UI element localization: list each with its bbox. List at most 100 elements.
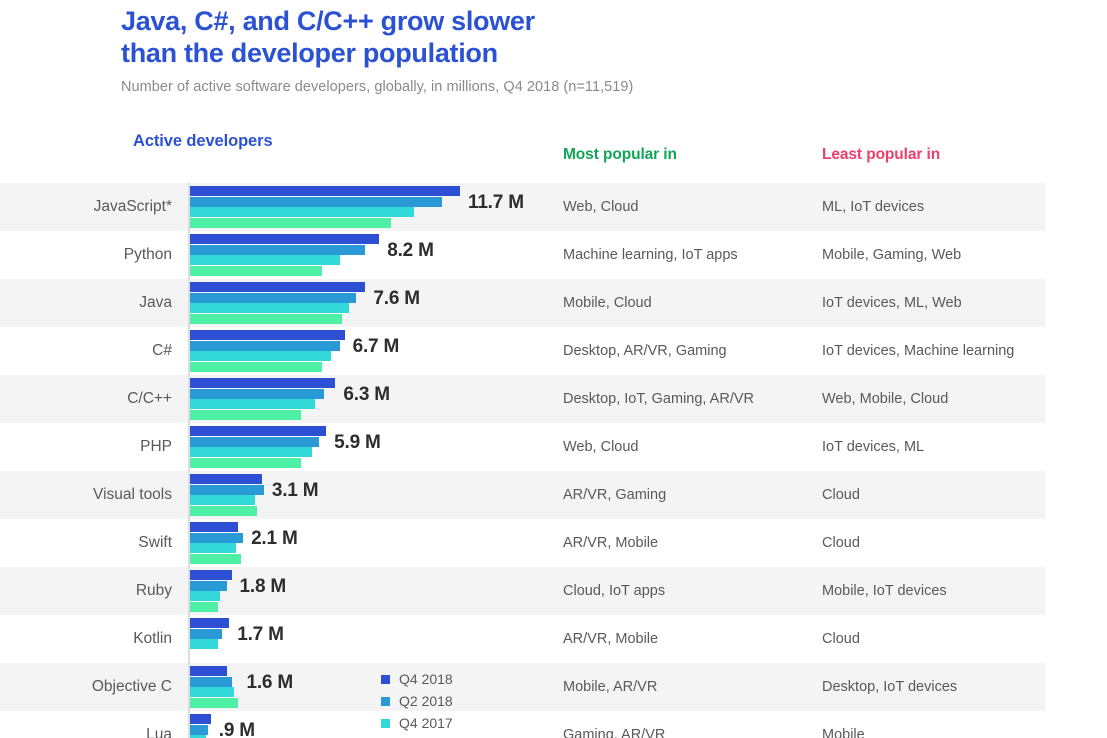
bar-group: [190, 666, 239, 709]
bar-q2-2018: [190, 196, 442, 207]
bar-q4-2018: [190, 666, 227, 676]
bar-q4-2018: [190, 714, 211, 724]
bar-q4-2017: [190, 399, 315, 410]
bar-q4-2018: [190, 522, 239, 532]
row-label: Visual tools: [93, 486, 172, 503]
table-row: Lua .9 M Gaming, AR/VR Mobile: [0, 711, 1107, 738]
cell-least-popular: Mobile: [822, 727, 865, 738]
bar-q2-2017: [190, 266, 322, 277]
bar-group: [190, 330, 345, 373]
cell-most-popular: Mobile, AR/VR: [563, 679, 658, 695]
cell-least-popular: IoT devices, ML, Web: [822, 295, 962, 311]
bar-q4-2017: [190, 591, 220, 602]
bar-q4-2017: [190, 639, 218, 650]
bar-q4-2018: [190, 234, 380, 244]
legend-item[interactable]: Q4 2017: [381, 712, 541, 734]
bar-q4-2017: [190, 303, 350, 314]
cell-most-popular: Machine learning, IoT apps: [563, 247, 738, 263]
bar-group: [190, 570, 232, 613]
table-row: Objective C 1.6 M Mobile, AR/VR Desktop, Io…: [0, 663, 1107, 711]
bar-value-label: 1.8 M: [239, 576, 287, 597]
row-label: C/C++: [127, 390, 172, 407]
column-headers: Active developers Most popular in Least …: [0, 132, 1107, 163]
bar-value-label: 2.1 M: [251, 528, 298, 549]
row-label: Objective C: [91, 678, 172, 695]
cell-least-popular: Cloud: [822, 535, 860, 551]
chart-rows: JavaScript* 11.7 M Web, Cloud ML, IoT devic…: [0, 183, 1107, 738]
bar-value-label: 1.6 M: [246, 672, 293, 693]
row-label: Python: [123, 246, 172, 263]
bar-q2-2017: [190, 362, 322, 373]
bar-q4-2017: [190, 207, 414, 218]
bar-q2-2017: [190, 506, 257, 517]
cell-most-popular: Gaming, AR/VR: [563, 727, 666, 738]
cell-most-popular: AR/VR, Gaming: [563, 487, 667, 503]
table-row: Ruby 1.8 M Cloud, IoT apps Mobile, IoT devi…: [0, 567, 1107, 615]
table-row: JavaScript* 11.7 M Web, Cloud ML, IoT devic…: [0, 183, 1107, 231]
cell-most-popular: AR/VR, Mobile: [563, 631, 659, 647]
bar-value-label: 11.7 M: [468, 192, 524, 213]
cell-most-popular: Web, Cloud: [563, 199, 639, 215]
bar-q2-2018: [190, 724, 209, 735]
bar-q2-2018: [190, 628, 223, 639]
bar-group: [190, 234, 380, 277]
bar-q4-2018: [190, 378, 336, 388]
table-row: Java 7.6 M Mobile, Cloud IoT devices, ML, W…: [0, 279, 1107, 327]
cell-most-popular: Desktop, AR/VR, Gaming: [563, 343, 727, 359]
bar-q2-2017: [190, 458, 301, 469]
column-header-active-developers: Active developers: [133, 132, 273, 150]
cell-least-popular: Mobile, Gaming, Web: [822, 247, 962, 263]
bar-q2-2017: [190, 698, 239, 709]
bar-q4-2017: [190, 447, 313, 458]
cell-most-popular: Web, Cloud: [563, 439, 639, 455]
bar-q4-2017: [190, 687, 234, 698]
bar-group: [190, 618, 230, 660]
page-title: Java, C#, and C/C++ grow slower than the…: [121, 6, 535, 68]
row-label: Ruby: [135, 582, 172, 599]
legend-label: Q4 2018: [399, 671, 453, 687]
cell-most-popular: Cloud, IoT apps: [563, 583, 666, 599]
bar-q4-2017: [190, 495, 255, 506]
cell-least-popular: ML, IoT devices: [822, 199, 925, 215]
bar-q2-2018: [190, 580, 227, 591]
row-label: Swift: [138, 534, 172, 551]
bar-q4-2018: [190, 330, 345, 340]
bar-q4-2017: [190, 543, 237, 554]
bar-q4-2018: [190, 618, 230, 628]
bar-q4-2018: [190, 282, 366, 292]
bar-q4-2018: [190, 570, 232, 580]
row-label: PHP: [140, 438, 172, 455]
cell-most-popular: Mobile, Cloud: [563, 295, 652, 311]
bar-value-label: 6.7 M: [352, 336, 400, 357]
bar-value-label: 8.2 M: [387, 240, 434, 261]
column-header-most-popular: Most popular in: [563, 146, 677, 163]
row-label: Lua: [146, 726, 172, 738]
row-label: JavaScript*: [93, 198, 172, 215]
chart-legend: Q4 2018 Q2 2018 Q4 2017: [381, 668, 541, 734]
legend-swatch-icon: [381, 696, 390, 706]
table-row: C# 6.7 M Desktop, AR/VR, Gaming IoT devices…: [0, 327, 1107, 375]
cell-least-popular: IoT devices, Machine learning: [822, 343, 1015, 359]
bar-q2-2018: [190, 532, 244, 543]
legend-item[interactable]: Q2 2018: [381, 690, 541, 712]
bar-group: [190, 186, 460, 229]
bar-q4-2018: [190, 474, 262, 484]
bar-group: [190, 282, 366, 325]
bar-q2-2017: [190, 554, 241, 565]
bar-group: [190, 714, 211, 738]
bar-value-label: 3.1 M: [271, 480, 319, 501]
cell-least-popular: Desktop, IoT devices: [822, 679, 958, 695]
table-row: PHP 5.9 M Web, Cloud IoT devices, ML: [0, 423, 1107, 471]
bar-q4-2018: [190, 186, 460, 196]
bar-q2-2018: [190, 484, 264, 495]
cell-least-popular: Mobile, IoT devices: [822, 583, 947, 599]
bar-group: [190, 378, 336, 421]
bar-q2-2017: [190, 602, 218, 613]
bar-value-label: 6.3 M: [343, 384, 390, 405]
header-block: Java, C#, and C/C++ grow slower than the…: [121, 6, 1021, 95]
legend-item[interactable]: Q4 2018: [381, 668, 541, 690]
bar-q2-2017: [190, 218, 391, 229]
bar-value-label: 1.7 M: [237, 624, 284, 645]
cell-least-popular: Web, Mobile, Cloud: [822, 391, 949, 407]
legend-label: Q2 2018: [399, 693, 453, 709]
